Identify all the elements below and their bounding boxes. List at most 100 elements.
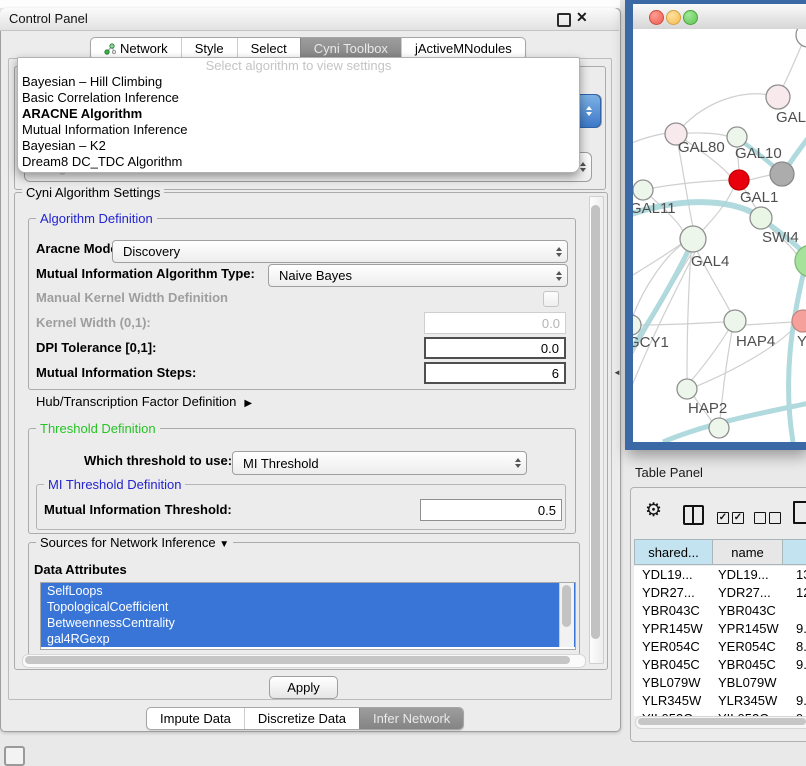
algorithm-option[interactable]: Bayesian – K2: [18, 138, 579, 154]
table-panel-title: Table Panel: [635, 465, 703, 480]
mi-threshold-field[interactable]: [420, 499, 562, 521]
network-node[interactable]: [677, 379, 697, 399]
gear-icon[interactable]: ⚙: [645, 501, 662, 520]
network-node[interactable]: [727, 127, 747, 147]
attributes-scrollbar[interactable]: [559, 583, 574, 647]
network-canvas[interactable]: GALGAL80GAL10GAL1GAL11SWI4GAL4GCY1HAP4YH…: [633, 29, 806, 442]
column-header-name[interactable]: name: [713, 539, 783, 565]
network-node[interactable]: [750, 207, 772, 229]
table-row[interactable]: YBR043CYBR043C: [634, 602, 806, 620]
scrollbar-thumb[interactable]: [591, 205, 600, 639]
network-node[interactable]: [770, 162, 794, 186]
column-header-extra[interactable]: [783, 539, 806, 565]
combo-arrows-icon: [551, 271, 567, 281]
hub-factor-expander[interactable]: Hub/Transcription Factor Definition▶: [36, 394, 252, 409]
table-header-row: shared... name: [634, 539, 806, 565]
tab-infer-network[interactable]: Infer Network: [359, 708, 463, 729]
tab-cyni-toolbox[interactable]: Cyni Toolbox: [300, 38, 401, 59]
network-node-label: GAL10: [735, 145, 782, 162]
table-horizontal-scrollbar[interactable]: [635, 716, 806, 729]
mi-steps-field[interactable]: [424, 362, 566, 384]
data-attributes-label: Data Attributes: [34, 562, 127, 577]
network-node-label: GAL4: [691, 253, 729, 270]
combo-arrows-icon: [510, 458, 526, 468]
document-icon[interactable]: [793, 501, 806, 524]
network-window-titlebar: [633, 4, 806, 30]
table-cell: 9.: [790, 656, 806, 674]
tab-jactivemnodules[interactable]: jActiveMNodules: [401, 38, 525, 59]
float-window-icon[interactable]: [557, 13, 571, 27]
mi-steps-label: Mutual Information Steps:: [36, 365, 196, 380]
data-attributes-list[interactable]: SelfLoopsTopologicalCoefficientBetweenne…: [40, 582, 576, 650]
mi-threshold-label: Mutual Information Threshold:: [44, 502, 232, 517]
dpi-tolerance-field[interactable]: [424, 337, 566, 359]
settings-horizontal-scrollbar[interactable]: [22, 654, 586, 668]
network-node[interactable]: [724, 310, 746, 332]
table-row[interactable]: YER054CYER054C8.: [634, 638, 806, 656]
table-body: YDL19...YDL19...13YDR27...YDR27...12YBR0…: [634, 566, 806, 716]
splitpane-collapse-arrow[interactable]: ◄: [613, 368, 621, 377]
checked-checkbox-icon[interactable]: ✓: [717, 512, 729, 524]
algorithm-option[interactable]: ARACNE Algorithm: [18, 106, 579, 122]
table-cell: YBR043C: [634, 602, 714, 620]
minimize-traffic-light[interactable]: [666, 10, 681, 25]
tab-style[interactable]: Style: [181, 38, 237, 59]
manual-kernel-checkbox[interactable]: [543, 291, 559, 307]
checked-checkbox-icon[interactable]: ✓: [732, 512, 744, 524]
attribute-list-item[interactable]: TopologicalCoefficient: [41, 599, 575, 615]
network-node-label: GAL80: [678, 139, 725, 156]
scrollbar-thumb[interactable]: [562, 585, 571, 627]
combo-spinner-focused[interactable]: [577, 94, 601, 128]
algorithm-option[interactable]: Bayesian – Hill Climbing: [18, 74, 579, 90]
network-graph: GALGAL80GAL10GAL1GAL11SWI4GAL4GCY1HAP4YH…: [633, 29, 806, 442]
tab-network-label: Network: [120, 38, 168, 59]
tab-network[interactable]: Network: [91, 38, 181, 59]
close-traffic-light[interactable]: [649, 10, 664, 25]
table-row[interactable]: YLR345WYLR345W9.: [634, 692, 806, 710]
attribute-list-item[interactable]: BetweennessCentrality: [41, 615, 575, 631]
collapsed-panel-button[interactable]: [4, 746, 25, 766]
algorithm-option[interactable]: Mutual Information Inference: [18, 122, 579, 138]
which-threshold-combo[interactable]: MI Threshold: [232, 451, 527, 475]
network-node[interactable]: [729, 170, 749, 190]
unchecked-checkbox-icon[interactable]: [754, 512, 766, 524]
settings-vertical-scrollbar[interactable]: [589, 196, 604, 664]
threshold-definition-title: Threshold Definition: [36, 421, 160, 436]
algorithm-dropdown-popup: Select algorithm to view settings Bayesi…: [17, 57, 580, 173]
table-row[interactable]: YBL079WYBL079W: [634, 674, 806, 692]
network-node[interactable]: [795, 245, 806, 277]
network-node[interactable]: [709, 418, 729, 438]
table-row[interactable]: YDL19...YDL19...13: [634, 566, 806, 584]
attribute-list-item[interactable]: gal4RGexp: [41, 631, 575, 647]
zoom-traffic-light[interactable]: [683, 10, 698, 25]
columns-icon[interactable]: [683, 505, 704, 525]
table-row[interactable]: YPR145WYPR145W9.: [634, 620, 806, 638]
tab-select[interactable]: Select: [237, 38, 300, 59]
table-cell: YPR145W: [634, 620, 714, 638]
table-row[interactable]: YDR27...YDR27...12: [634, 584, 806, 602]
dropdown-placeholder: Select algorithm to view settings: [18, 58, 579, 74]
network-icon: [104, 43, 116, 55]
network-node[interactable]: [766, 85, 790, 109]
close-icon[interactable]: ✕: [576, 9, 588, 26]
tab-discretize-data[interactable]: Discretize Data: [244, 708, 359, 729]
algorithm-option[interactable]: Basic Correlation Inference: [18, 90, 579, 106]
scrollbar-thumb[interactable]: [638, 718, 806, 725]
network-node[interactable]: [633, 180, 653, 200]
algorithm-definition-title: Algorithm Definition: [36, 211, 157, 226]
tab-impute-data[interactable]: Impute Data: [147, 708, 244, 729]
network-node-label: GAL1: [740, 189, 778, 206]
scrollbar-thumb[interactable]: [25, 656, 570, 664]
network-node[interactable]: [680, 226, 706, 252]
apply-button[interactable]: Apply: [269, 676, 338, 699]
kernel-width-field[interactable]: [424, 312, 566, 334]
table-row[interactable]: YBR045CYBR045C9.: [634, 656, 806, 674]
column-header-shared[interactable]: shared...: [634, 539, 713, 565]
sources-group-title[interactable]: Sources for Network Inference ▼: [36, 535, 233, 550]
unchecked-checkbox-icon[interactable]: [769, 512, 781, 524]
network-node[interactable]: [796, 29, 806, 47]
mi-type-combo[interactable]: Naive Bayes: [268, 264, 568, 287]
aracne-mode-combo[interactable]: Discovery: [112, 240, 568, 263]
attribute-list-item[interactable]: SelfLoops: [41, 583, 575, 599]
algorithm-option[interactable]: Dream8 DC_TDC Algorithm: [18, 154, 579, 170]
